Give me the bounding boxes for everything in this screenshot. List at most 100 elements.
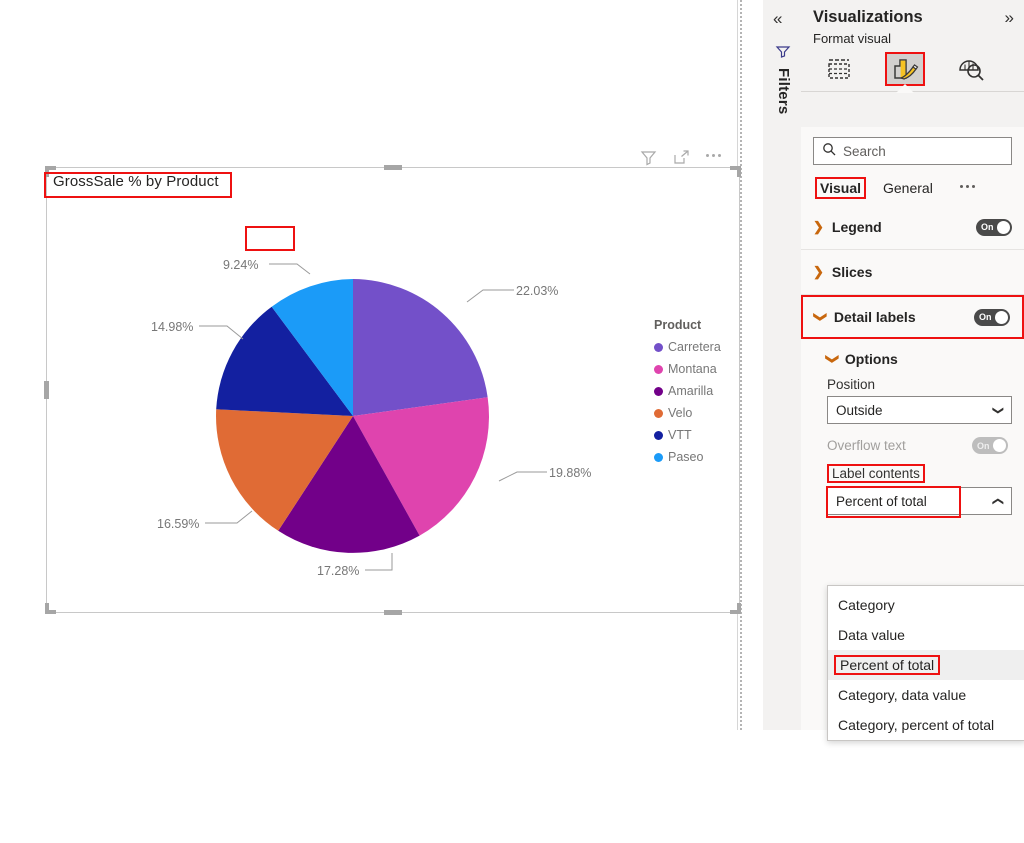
legend-item-label: Paseo	[668, 450, 704, 464]
focus-mode-icon[interactable]	[673, 149, 690, 166]
section-legend[interactable]: ❯ Legend On	[801, 205, 1024, 250]
pane-mode-icon-row	[801, 48, 1024, 93]
tab-visual[interactable]: Visual	[815, 177, 866, 199]
section-detail-labels[interactable]: ❯ Detail labels On	[801, 295, 1024, 339]
legend-item-paseo[interactable]: Paseo	[654, 446, 744, 468]
data-label-paseo: 9.24%	[223, 258, 258, 272]
visual-header-toolbar[interactable]	[640, 149, 721, 166]
toggle-state-label: On	[979, 312, 992, 322]
dropdown-option-label: Percent of total	[834, 655, 941, 675]
options-title: Options	[844, 351, 898, 367]
tabs-more-icon[interactable]	[959, 184, 975, 192]
overflow-text-label: Overflow text	[827, 438, 906, 453]
position-label: Position	[827, 377, 876, 392]
format-tabs: Visual General	[801, 165, 1024, 205]
legend-swatch-icon	[654, 430, 663, 440]
analytics-icon[interactable]	[951, 52, 991, 86]
resize-handle-left[interactable]	[44, 381, 49, 399]
position-value: Outside	[836, 402, 883, 418]
detail-labels-options: ❯ Options Position Outside ❯ Overflow te…	[801, 339, 1024, 518]
resize-handle-bottom-right[interactable]	[730, 603, 741, 614]
chevron-up-icon: ❮	[991, 496, 1004, 506]
toggle-state-label: On	[981, 222, 994, 232]
dropdown-option-category-data-value[interactable]: Category, data value	[828, 680, 1024, 710]
selected-mode-caret-icon	[896, 84, 914, 93]
section-label: Legend	[831, 219, 882, 235]
data-label-velo: 16.59%	[157, 517, 199, 531]
dropdown-option-category[interactable]: Category	[828, 590, 1024, 620]
resize-handle-bottom[interactable]	[384, 610, 402, 615]
legend-title: Product	[654, 318, 702, 332]
expand-pane-icon[interactable]: »	[1005, 9, 1014, 26]
dropdown-option-percent-of-total[interactable]: Percent of total	[828, 650, 1024, 680]
chart-legend: Product Carretera Montana Amarilla Velo …	[654, 318, 744, 468]
legend-item-label: Amarilla	[668, 384, 714, 398]
legend-swatch-icon	[654, 364, 663, 374]
toggle-knob	[995, 310, 1008, 324]
dropdown-option-label: Category, data value	[838, 687, 967, 703]
overflow-text-toggle[interactable]: On	[972, 437, 1008, 454]
resize-handle-top-right[interactable]	[730, 166, 741, 177]
chevron-right-icon: ❯	[813, 219, 824, 234]
toggle-knob	[993, 439, 1006, 452]
legend-item-label: VTT	[668, 428, 692, 442]
pie-chart-visual[interactable]: GrossSale % by Product 22.03% 19.88% 17.…	[44, 165, 741, 615]
dropdown-option-data-value[interactable]: Data value	[828, 620, 1024, 650]
legend-item-vtt[interactable]: VTT	[654, 424, 744, 446]
resize-handle-top-left[interactable]	[45, 166, 56, 177]
chevron-down-icon: ❯	[825, 353, 841, 365]
data-label-amarilla: 17.28%	[317, 564, 359, 578]
visualizations-pane-header: Visualizations »	[801, 0, 1024, 27]
options-subsection-header[interactable]: ❯ Options	[825, 351, 1012, 367]
filter-icon	[775, 44, 791, 65]
section-label: Slices	[831, 264, 873, 280]
label-contents-value: Percent of total	[836, 493, 927, 509]
tab-general[interactable]: General	[880, 179, 936, 197]
toggle-knob	[997, 220, 1010, 234]
report-canvas[interactable]: GrossSale % by Product 22.03% 19.88% 17.…	[0, 0, 763, 730]
resize-handle-top[interactable]	[384, 165, 402, 170]
overflow-text-row: Overflow text On	[827, 437, 1012, 454]
page-title: GrossSale % by Product	[53, 173, 219, 190]
filters-pane-label: Filters	[775, 68, 792, 115]
build-visual-icon[interactable]	[819, 52, 859, 86]
toggle-state-label: On	[977, 440, 990, 451]
legend-item-carretera[interactable]: Carretera	[654, 336, 744, 358]
legend-item-amarilla[interactable]: Amarilla	[654, 380, 744, 402]
visual-title-bar: GrossSale % by Product	[47, 168, 739, 198]
legend-item-label: Velo	[668, 406, 693, 420]
resize-handle-bottom-left[interactable]	[45, 603, 56, 614]
chevron-down-icon: ❯	[813, 311, 829, 323]
search-icon	[822, 142, 836, 161]
label-contents-dropdown[interactable]: Percent of total ❮	[826, 486, 1012, 518]
section-label: Detail labels	[833, 309, 916, 325]
collapse-filters-icon[interactable]: «	[773, 10, 782, 27]
pie-slice-carretera[interactable]	[353, 279, 488, 416]
data-label-carretera: 22.03%	[516, 284, 558, 298]
position-dropdown[interactable]: Outside ❯	[827, 396, 1012, 424]
legend-item-label: Montana	[668, 362, 717, 376]
search-placeholder: Search	[843, 143, 886, 159]
search-input[interactable]: Search	[813, 137, 1012, 165]
dropdown-option-category-percent-of-total[interactable]: Category, percent of total	[828, 710, 1024, 740]
filter-icon[interactable]	[640, 149, 657, 166]
legend-swatch-icon	[654, 386, 663, 396]
pie-chart-svg: 22.03% 19.88% 17.28% 16.59% 14.98% 9.24%	[151, 258, 591, 578]
legend-toggle[interactable]: On	[976, 218, 1012, 236]
filters-pane-collapsed[interactable]: « Filters	[763, 0, 802, 730]
legend-swatch-icon	[654, 342, 663, 352]
legend-item-velo[interactable]: Velo	[654, 402, 744, 424]
more-options-icon[interactable]	[706, 154, 721, 161]
format-visual-icon[interactable]	[885, 52, 925, 86]
format-visual-subtitle: Format visual	[813, 31, 892, 46]
label-contents-dropdown-list[interactable]: Category Data value Percent of total Cat…	[827, 585, 1024, 741]
chevron-right-icon: ❯	[813, 264, 824, 279]
dropdown-option-label: Data value	[838, 627, 905, 643]
detail-labels-toggle[interactable]: On	[974, 308, 1010, 326]
legend-item-label: Carretera	[668, 340, 721, 354]
legend-swatch-icon	[654, 408, 663, 418]
section-slices[interactable]: ❯ Slices	[801, 250, 1024, 295]
data-label-montana: 19.88%	[549, 466, 591, 480]
legend-item-montana[interactable]: Montana	[654, 358, 744, 380]
chevron-down-icon: ❯	[991, 405, 1004, 415]
